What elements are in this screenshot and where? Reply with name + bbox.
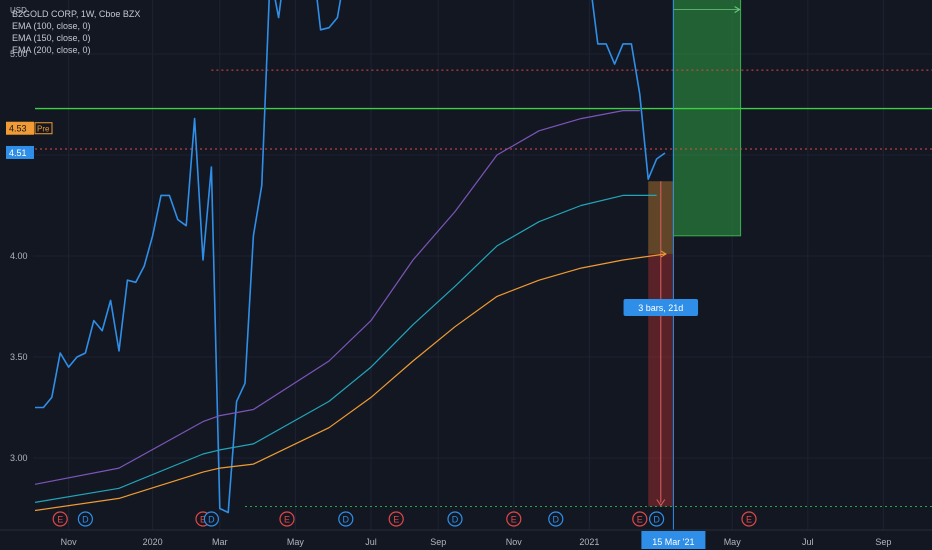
time-axis-tick-label: May xyxy=(724,537,742,547)
price-chart[interactable]: Fair value8 bars, 56d3 bars, 21d−1.59 (−… xyxy=(0,0,932,550)
earnings-event-icon[interactable]: E xyxy=(52,511,68,527)
indicator-ema-150[interactable]: EMA (150, close, 0) xyxy=(12,32,140,44)
event-letter: D xyxy=(653,515,660,525)
cursor-date-label: 15 Mar '21 xyxy=(652,537,694,547)
event-letter: E xyxy=(746,515,752,525)
projection-up-range-box xyxy=(672,0,742,237)
time-axis-tick-label: May xyxy=(287,537,305,547)
symbol-title: B2GOLD CORP, 1W, Cboe BZX xyxy=(12,9,141,19)
earnings-event-icon[interactable]: E xyxy=(279,511,295,527)
event-letter: D xyxy=(208,515,215,525)
price-axis-bg xyxy=(0,0,33,530)
time-axis-tick-label: Jul xyxy=(365,537,377,547)
time-axis-bg xyxy=(0,530,932,550)
earnings-event-icon[interactable]: E xyxy=(632,511,648,527)
time-axis-tick-label: 2021 xyxy=(579,537,599,547)
time-axis-tick-label: 2020 xyxy=(143,537,163,547)
time-axis-tick-label: Nov xyxy=(61,537,78,547)
earnings-event-icon[interactable]: E xyxy=(741,511,757,527)
event-letter: E xyxy=(637,515,643,525)
time-axis-tick-label: Nov xyxy=(506,537,523,547)
projection-down-tooltip-text: 3 bars, 21d xyxy=(638,303,683,313)
price-axis-tick-label: 3.50 xyxy=(10,352,28,362)
time-axis-tick-label: Mar xyxy=(212,537,228,547)
time-axis: Nov 2020 Mar May Jul Sep Nov 2021 May Jul Sep 15 Ma… xyxy=(0,529,932,550)
dividend-event-icon[interactable]: D xyxy=(338,511,354,527)
time-axis-tick-label: Jul xyxy=(802,537,814,547)
projection-down-tooltip: 3 bars, 21d xyxy=(623,298,699,316)
dividend-event-icon[interactable]: D xyxy=(203,511,219,527)
earnings-event-icon[interactable]: E xyxy=(388,511,404,527)
event-letter: E xyxy=(57,515,63,525)
event-letter: D xyxy=(82,515,89,525)
event-letter: E xyxy=(511,515,517,525)
price-axis-tick-label: 3.00 xyxy=(10,453,28,463)
price-axis: 3.003.504.004.505.00USD xyxy=(0,0,33,530)
indicator-ema-200[interactable]: EMA (200, close, 0) xyxy=(12,44,140,56)
indicator-ema-100[interactable]: EMA (100, close, 0) xyxy=(12,20,140,32)
dividend-event-icon[interactable]: D xyxy=(648,511,665,527)
event-letter: D xyxy=(343,515,350,525)
earnings-event-icon[interactable]: E xyxy=(506,511,522,527)
dividend-event-icon[interactable]: D xyxy=(447,511,463,527)
dividend-event-icon[interactable]: D xyxy=(77,511,94,527)
event-letter: D xyxy=(452,515,459,525)
event-letter: D xyxy=(553,515,560,525)
event-letter: E xyxy=(393,515,399,525)
time-axis-tick-label: Sep xyxy=(430,537,446,547)
time-axis-tick-label: Sep xyxy=(875,537,891,547)
price-axis-tick-label: 4.00 xyxy=(10,251,28,261)
last-price-label-value: 4.51 xyxy=(9,148,27,158)
chart-root[interactable]: Fair value8 bars, 56d3 bars, 21d−1.59 (−… xyxy=(0,0,932,550)
alt-price-label-value: 4.53 xyxy=(9,124,27,134)
dividend-event-icon[interactable]: D xyxy=(548,511,564,527)
event-letter: E xyxy=(284,515,290,525)
legend-panel: B2GOLD CORP, 1W, Cboe BZX EMA (100, clos… xyxy=(12,8,140,56)
pre-market-tag: Pre xyxy=(37,125,50,134)
